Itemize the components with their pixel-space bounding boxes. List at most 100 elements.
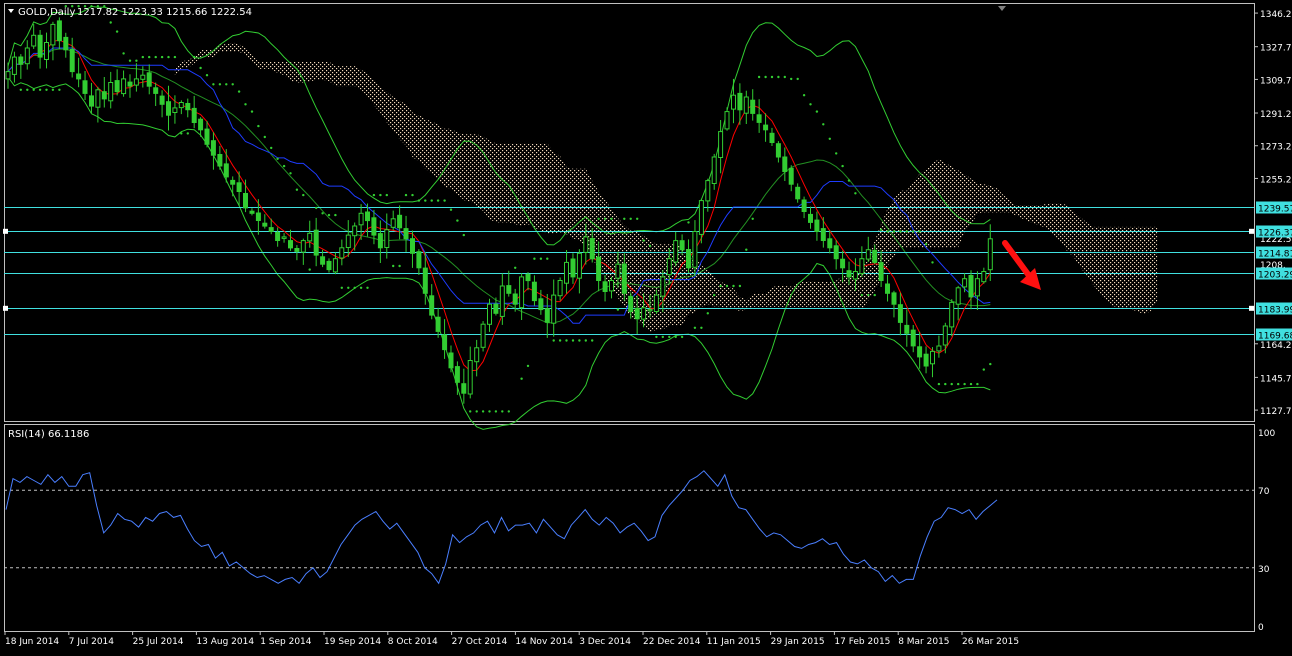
candle-body — [429, 295, 435, 316]
sar-dot — [745, 248, 748, 251]
candle-body — [621, 263, 627, 294]
sar-dot — [533, 257, 536, 260]
price-tick-label: 1145.70 — [1260, 374, 1292, 384]
candle-body — [121, 78, 127, 95]
time-tick-label: 8 Mar 2015 — [898, 637, 949, 647]
rsi-tick-label: 70 — [1258, 487, 1270, 497]
candle-body — [705, 180, 711, 202]
candle-body — [891, 292, 897, 305]
sar-dot — [475, 410, 478, 413]
candle-body — [846, 270, 852, 278]
sar-dot — [976, 382, 979, 386]
candle-body — [525, 273, 531, 282]
candle-body — [583, 236, 589, 253]
candle-body — [679, 240, 685, 251]
sar-dot — [520, 377, 523, 380]
candle-body — [666, 258, 672, 276]
candle-body — [827, 238, 833, 249]
symbol-title: GOLD,Daily — [18, 7, 75, 18]
candle-body — [634, 307, 640, 320]
candle-body — [159, 95, 165, 105]
candle-body — [24, 47, 30, 65]
sar-dot — [552, 339, 555, 342]
sar-dot — [488, 410, 491, 413]
candle-body — [660, 276, 666, 297]
sar-dot — [539, 257, 543, 260]
candle-body — [435, 316, 441, 332]
sar-dot — [199, 66, 202, 70]
sar-dot — [51, 88, 55, 92]
candle-body — [281, 236, 287, 239]
sar-dot — [462, 233, 465, 237]
candle-body — [178, 102, 184, 109]
level-handle — [1249, 228, 1254, 234]
candle-body — [89, 95, 94, 107]
price-tick-label: 1309.70 — [1260, 76, 1292, 86]
sar-dot — [263, 135, 266, 139]
sar-dot — [616, 308, 620, 311]
sar-dot — [905, 230, 908, 233]
sar-dot — [899, 230, 902, 233]
candle-body — [146, 72, 152, 87]
sar-dot — [289, 172, 292, 175]
price-tick-label: 1273.20 — [1260, 143, 1292, 153]
sar-dot — [892, 230, 896, 233]
sar-dot — [135, 59, 138, 62]
sar-dot — [584, 339, 587, 342]
sar-dot — [141, 55, 144, 59]
sar-dot — [719, 284, 722, 288]
sar-dot — [186, 132, 189, 135]
price-chart-svg[interactable]: 1346.20 1327.70 1309.70 1291.20 1273.20 1255.… — [0, 0, 1292, 652]
sar-dot — [738, 284, 742, 288]
candle-body — [949, 301, 955, 328]
candle-body — [724, 111, 730, 130]
candle-body — [185, 103, 191, 111]
sar-dot — [109, 21, 112, 24]
sar-dot — [379, 193, 382, 197]
candle-body — [968, 275, 974, 298]
sar-dot — [924, 243, 928, 246]
candle-body — [133, 78, 139, 86]
sar-dot — [950, 382, 953, 386]
candle-body — [223, 163, 229, 178]
candle-body — [76, 73, 82, 80]
time-tick-label: 22 Dec 2014 — [643, 637, 701, 647]
sar-dot — [160, 55, 164, 59]
candle-body — [930, 350, 935, 365]
candle-body — [615, 263, 621, 279]
candle-body — [955, 287, 961, 305]
sar-dot — [982, 368, 985, 371]
candle-body — [743, 96, 749, 114]
candle-body — [300, 240, 306, 253]
sar-dot — [353, 286, 356, 289]
sar-dot — [501, 410, 504, 413]
candle-body — [365, 211, 370, 222]
candle-body — [833, 245, 839, 260]
sar-dot — [841, 164, 844, 168]
candle-body — [897, 304, 903, 323]
sar-dot — [257, 124, 260, 128]
candle-body — [782, 156, 788, 172]
candle-body — [108, 82, 114, 102]
time-tick-label: 27 Oct 2014 — [452, 637, 508, 647]
candle-body — [544, 308, 550, 323]
sar-dot — [732, 284, 735, 288]
chart-window[interactable]: 1346.20 1327.70 1309.70 1291.20 1273.20 1255.… — [0, 0, 1292, 652]
sar-dot — [565, 339, 568, 342]
level-tag-text: 1169.68 — [1258, 332, 1292, 342]
candle-body — [307, 232, 313, 242]
sar-dot — [115, 30, 119, 33]
candle-body — [82, 80, 88, 94]
sar-dot — [148, 55, 151, 59]
candle-body — [198, 118, 204, 131]
candle-body — [243, 193, 248, 209]
sar-dot — [963, 382, 966, 386]
sar-dot — [424, 199, 427, 202]
candle-body — [763, 124, 769, 131]
sar-dot — [321, 212, 324, 215]
sar-dot — [212, 83, 215, 86]
sar-dot — [481, 410, 485, 413]
sar-dot — [218, 83, 222, 86]
sar-dot — [636, 217, 639, 220]
candle-body — [397, 214, 403, 229]
